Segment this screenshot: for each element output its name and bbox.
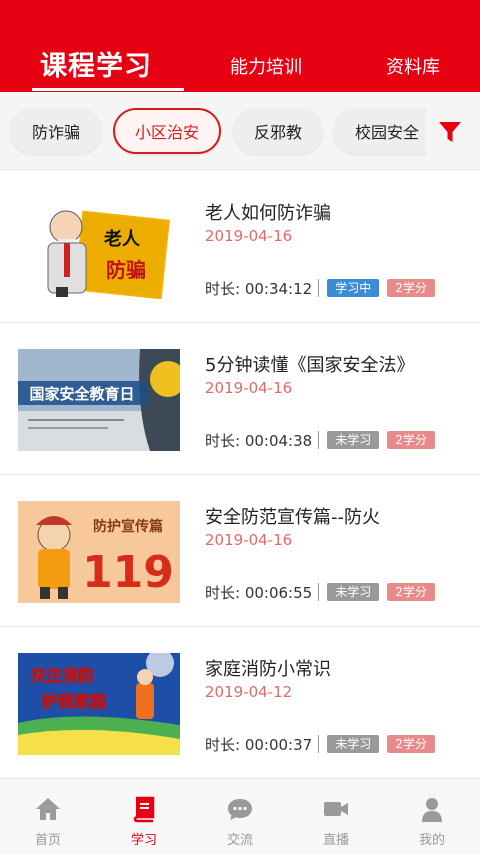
course-meta: 时长: 00:04:38 未学习 2学分 — [205, 429, 443, 451]
course-date: 2019-04-16 — [205, 531, 293, 549]
home-fire-safety-image: 关注消防 护我家园 — [18, 653, 180, 755]
tab-course-study[interactable]: 课程学习 — [40, 44, 152, 83]
active-tab-indicator — [32, 88, 184, 91]
category-chip-anti-cult[interactable]: 反邪教 — [233, 108, 323, 154]
home-icon — [36, 798, 60, 820]
thumb-text-elderly: 老人 — [104, 228, 141, 250]
thumb-text-fire-protection: 防护宣传篇 — [93, 518, 163, 535]
credit-badge: 2学分 — [387, 279, 435, 297]
divider — [318, 583, 320, 601]
old-man-anti-fraud-image: 老人 防骗 — [47, 210, 170, 299]
chat-bubble-icon — [228, 799, 252, 820]
course-date: 2019-04-16 — [205, 227, 293, 245]
nav-mine[interactable]: 我的 — [384, 779, 480, 854]
category-bar: 防诈骗 小区治安 反邪教 校园安全 — [0, 92, 480, 170]
status-badge: 未学习 — [327, 431, 380, 449]
course-duration: 时长: 00:06:55 — [205, 583, 313, 602]
status-badge: 学习中 — [327, 279, 380, 297]
course-thumbnail: 防护宣传篇 119 — [18, 501, 180, 603]
video-camera-icon — [324, 802, 348, 816]
nav-home[interactable]: 首页 — [0, 779, 96, 854]
category-chip-anti-fraud[interactable]: 防诈骗 — [10, 108, 102, 154]
bottom-navigation: 首页 学习 交流 直播 我的 — [0, 778, 480, 854]
course-date: 2019-04-16 — [205, 379, 293, 397]
course-meta: 时长: 00:06:55 未学习 2学分 — [205, 581, 443, 603]
course-duration: 时长: 00:04:38 — [205, 431, 313, 450]
course-thumbnail: 关注消防 护我家园 — [18, 653, 180, 755]
divider — [318, 279, 320, 297]
course-meta: 时长: 00:00:37 未学习 2学分 — [205, 733, 443, 755]
top-header: 课程学习 能力培训 资料库 — [0, 0, 480, 92]
course-item[interactable]: 国家安全教育日 5分钟读懂《国家安全法》 2019-04-16 时长: 00:0… — [0, 323, 480, 475]
tab-skill-training[interactable]: 能力培训 — [230, 53, 302, 79]
course-meta: 时长: 00:34:12 学习中 2学分 — [205, 277, 443, 299]
nav-mine-label: 我的 — [418, 833, 445, 848]
course-thumbnail: 国家安全教育日 — [18, 349, 180, 451]
status-badge: 未学习 — [327, 735, 380, 753]
filter-funnel-icon[interactable] — [436, 118, 464, 146]
nav-study[interactable]: 学习 — [96, 779, 192, 854]
nav-chat-label: 交流 — [226, 833, 253, 848]
thumb-text-security-day: 国家安全教育日 — [29, 385, 134, 403]
fire-prevention-image: 防护宣传篇 119 — [18, 501, 180, 603]
national-security-education-image: 国家安全教育日 — [18, 349, 180, 451]
tab-resource-library[interactable]: 资料库 — [386, 53, 440, 79]
course-item[interactable]: 老人 防骗 老人如何防诈骗 2019-04-16 时长: 00:34:12 学习… — [0, 171, 480, 323]
credit-badge: 2学分 — [387, 583, 435, 601]
thumb-text-protect-home: 护我家园 — [42, 692, 106, 711]
course-title: 5分钟读懂《国家安全法》 — [205, 355, 415, 376]
divider — [318, 735, 320, 753]
course-thumbnail: 老人 防骗 — [18, 197, 180, 299]
nav-study-label: 学习 — [130, 833, 157, 848]
thumb-text-focus-fire: 关注消防 — [30, 666, 94, 685]
nav-live[interactable]: 直播 — [288, 779, 384, 854]
category-chip-community-security[interactable]: 小区治安 — [113, 108, 221, 154]
book-icon — [133, 796, 155, 823]
person-icon — [422, 798, 442, 822]
divider — [318, 431, 320, 449]
nav-live-label: 直播 — [322, 833, 349, 848]
course-item[interactable]: 防护宣传篇 119 安全防范宣传篇--防火 2019-04-16 时长: 00:… — [0, 475, 480, 627]
course-title: 家庭消防小常识 — [205, 659, 331, 680]
credit-badge: 2学分 — [387, 431, 435, 449]
thumb-text-119: 119 — [82, 547, 174, 598]
course-title: 安全防范宣传篇--防火 — [205, 507, 380, 528]
course-duration: 时长: 00:34:12 — [205, 279, 313, 298]
course-title: 老人如何防诈骗 — [205, 203, 331, 224]
course-item[interactable]: 关注消防 护我家园 家庭消防小常识 2019-04-12 时长: 00:00:3… — [0, 627, 480, 779]
status-badge: 未学习 — [327, 583, 380, 601]
course-date: 2019-04-12 — [205, 683, 293, 701]
nav-chat[interactable]: 交流 — [192, 779, 288, 854]
credit-badge: 2学分 — [387, 735, 435, 753]
category-chip-campus-safety[interactable]: 校园安全 — [333, 108, 425, 154]
nav-home-label: 首页 — [34, 833, 61, 848]
thumb-text-anti-fraud: 防骗 — [106, 258, 146, 282]
course-duration: 时长: 00:00:37 — [205, 735, 313, 754]
